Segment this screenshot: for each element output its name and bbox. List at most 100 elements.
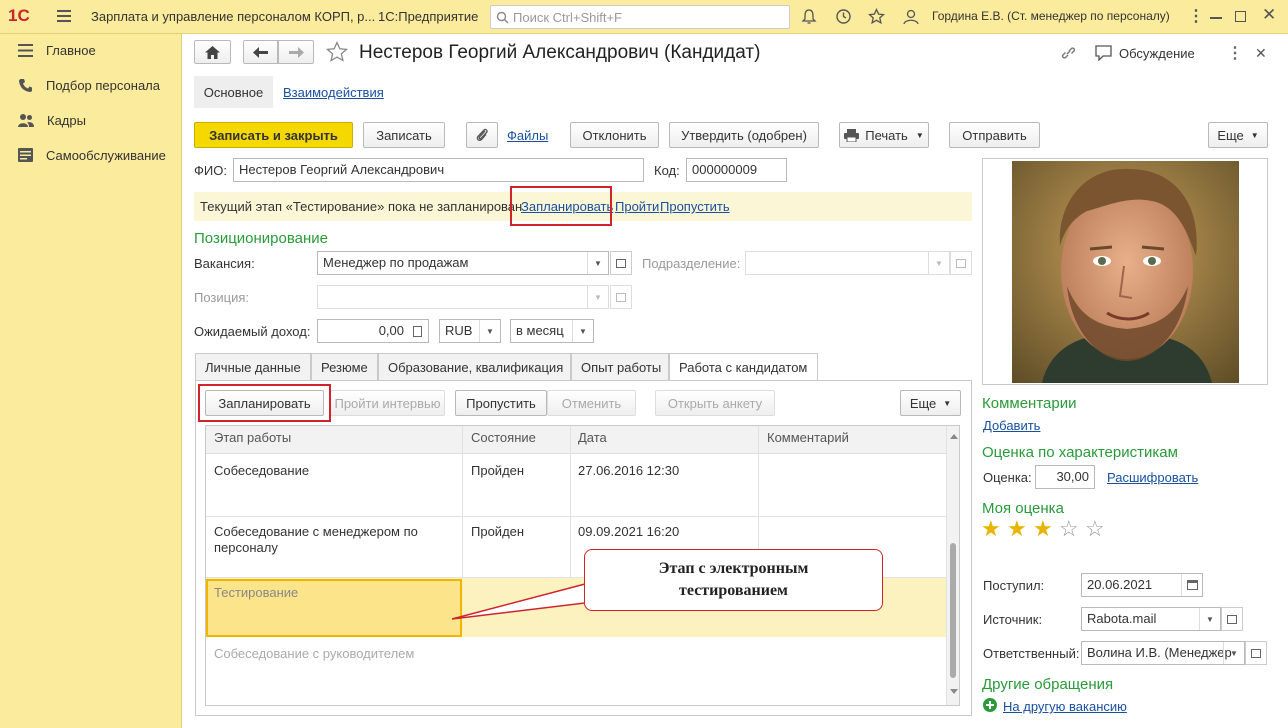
vacancy-field[interactable]: Менеджер по продажам ▼ xyxy=(317,251,609,275)
other-vacancy-link[interactable]: На другую вакансию xyxy=(1003,699,1127,714)
source-open-button[interactable] xyxy=(1221,607,1243,631)
home-button[interactable] xyxy=(194,40,231,64)
tab-resume[interactable]: Резюме xyxy=(311,353,378,381)
tab-candidate-work[interactable]: Работа с кандидатом xyxy=(669,353,818,381)
column-stage[interactable]: Этап работы xyxy=(214,430,291,445)
history-icon[interactable] xyxy=(835,8,852,25)
add-comment-link[interactable]: Добавить xyxy=(983,418,1040,433)
files-link[interactable]: Файлы xyxy=(507,128,548,143)
fio-field[interactable]: Нестеров Георгий Александрович xyxy=(233,158,644,182)
vacancy-open-button[interactable] xyxy=(610,251,632,275)
period-field[interactable]: в месяц ▼ xyxy=(510,319,594,343)
scroll-up-arrow[interactable] xyxy=(950,434,958,439)
star-empty-icon[interactable]: ☆ xyxy=(1085,518,1105,540)
reject-button[interactable]: Отклонить xyxy=(570,122,659,148)
tab-experience[interactable]: Опыт работы xyxy=(571,353,669,381)
table-cell-stage[interactable]: Тестирование xyxy=(214,585,298,601)
my-rating-stars[interactable]: ★ ★ ★ ☆ ☆ xyxy=(981,518,1111,542)
received-field[interactable]: 20.06.2021 xyxy=(1081,573,1203,597)
table-cell-date[interactable]: 27.06.2016 12:30 xyxy=(578,463,679,479)
current-user[interactable]: Гордина Е.В. (Ст. менеджер по персоналу) xyxy=(932,9,1170,23)
sidebar-item-hr[interactable]: Кадры xyxy=(18,110,86,130)
star-filled-icon[interactable]: ★ xyxy=(1007,518,1027,540)
skip-stage-button[interactable]: Пропустить xyxy=(455,390,547,416)
table-cell-state[interactable]: Пройден xyxy=(471,463,524,479)
tab-interactions[interactable]: Взаимодействия xyxy=(283,85,384,100)
sidebar-item-main[interactable]: Главное xyxy=(18,40,96,60)
open-form-button: Открыть анкету xyxy=(655,390,775,416)
table-cell-stage[interactable]: Собеседование xyxy=(214,463,454,479)
decode-link[interactable]: Расшифровать xyxy=(1107,470,1198,485)
code-field[interactable]: 000000009 xyxy=(686,158,787,182)
my-rating-header: Моя оценка xyxy=(982,500,1064,517)
table-cell-stage[interactable]: Собеседование с руководителем xyxy=(214,646,414,662)
notice-pass-link[interactable]: Пройти xyxy=(615,199,659,214)
more-button[interactable]: Еще ▼ xyxy=(1208,122,1268,148)
notice-skip-link[interactable]: Пропустить xyxy=(660,199,730,214)
calculator-icon[interactable] xyxy=(407,320,428,342)
bell-icon[interactable] xyxy=(801,8,817,25)
favorites-star-icon[interactable] xyxy=(868,8,885,25)
save-and-close-button[interactable]: Записать и закрыть xyxy=(194,122,353,148)
chevron-down-icon[interactable]: ▼ xyxy=(1199,608,1220,630)
chevron-down-icon[interactable]: ▼ xyxy=(1223,642,1244,664)
candidate-photo[interactable] xyxy=(982,158,1268,385)
close-window-icon[interactable]: ✕ xyxy=(1262,5,1276,25)
approve-button[interactable]: Утвердить (одобрен) xyxy=(669,122,819,148)
column-date[interactable]: Дата xyxy=(578,430,607,445)
save-button[interactable]: Записать xyxy=(363,122,445,148)
attach-button[interactable] xyxy=(466,122,498,148)
scroll-thumb[interactable] xyxy=(950,543,956,678)
send-button[interactable]: Отправить xyxy=(949,122,1040,148)
received-label: Поступил: xyxy=(983,578,1045,593)
search-input[interactable]: Поиск Ctrl+Shift+F xyxy=(490,5,790,29)
user-icon[interactable] xyxy=(902,8,920,25)
scroll-down-arrow[interactable] xyxy=(950,689,958,694)
work-more-button[interactable]: Еще ▼ xyxy=(900,390,961,416)
tab-education[interactable]: Образование, квалификация xyxy=(378,353,571,381)
link-icon[interactable] xyxy=(1060,45,1077,61)
chevron-down-icon[interactable]: ▼ xyxy=(587,252,608,274)
table-scrollbar[interactable] xyxy=(946,426,959,705)
column-comment[interactable]: Комментарий xyxy=(767,430,849,445)
minimize-icon[interactable] xyxy=(1210,17,1222,19)
form-more-icon[interactable]: ⋮ xyxy=(1227,43,1243,63)
main-menu-icon[interactable] xyxy=(57,10,71,22)
print-button[interactable]: Печать ▼ xyxy=(839,122,929,148)
forward-button[interactable] xyxy=(278,40,314,64)
star-empty-icon[interactable]: ☆ xyxy=(1059,518,1079,540)
table-cell-date[interactable]: 09.09.2021 16:20 xyxy=(578,524,679,540)
column-state[interactable]: Состояние xyxy=(471,430,536,445)
back-button[interactable] xyxy=(243,40,278,64)
rating-field[interactable]: 30,00 xyxy=(1035,465,1095,489)
sidebar-item-self-service[interactable]: Самообслуживание xyxy=(18,145,166,165)
open-icon xyxy=(616,258,626,268)
discussion-icon[interactable] xyxy=(1095,45,1112,61)
responsible-field[interactable]: Волина И.В. (Менеджер ▼ xyxy=(1081,641,1245,665)
income-field[interactable]: 0,00 xyxy=(317,319,429,343)
income-label: Ожидаемый доход: xyxy=(194,324,311,339)
add-circle-icon[interactable] xyxy=(983,698,997,712)
department-label: Подразделение: xyxy=(642,256,741,271)
more-vertical-icon[interactable]: ⋮ xyxy=(1188,6,1204,26)
favorite-star-icon[interactable] xyxy=(326,41,348,63)
chevron-down-icon: ▼ xyxy=(928,252,949,274)
responsible-open-button[interactable] xyxy=(1245,641,1267,665)
star-filled-icon[interactable]: ★ xyxy=(981,518,1001,540)
currency-field[interactable]: RUB ▼ xyxy=(439,319,501,343)
tab-main[interactable]: Основное xyxy=(194,76,273,108)
period-value: в месяц xyxy=(516,323,564,338)
form-close-icon[interactable]: ✕ xyxy=(1255,45,1267,62)
calendar-icon[interactable] xyxy=(1181,574,1202,596)
sidebar-item-recruitment[interactable]: Подбор персонала xyxy=(18,75,160,95)
chevron-down-icon[interactable]: ▼ xyxy=(572,320,593,342)
source-field[interactable]: Rabota.mail ▼ xyxy=(1081,607,1221,631)
star-filled-icon[interactable]: ★ xyxy=(1033,518,1053,540)
maximize-icon[interactable] xyxy=(1235,11,1246,22)
discussion-label[interactable]: Обсуждение xyxy=(1119,46,1195,61)
chevron-down-icon[interactable]: ▼ xyxy=(479,320,500,342)
table-cell-state[interactable]: Пройден xyxy=(471,524,524,540)
table-cell-stage[interactable]: Собеседование с менеджером по персоналу xyxy=(214,524,444,556)
row-divider xyxy=(206,516,946,517)
tab-personal-data[interactable]: Личные данные xyxy=(195,353,311,381)
